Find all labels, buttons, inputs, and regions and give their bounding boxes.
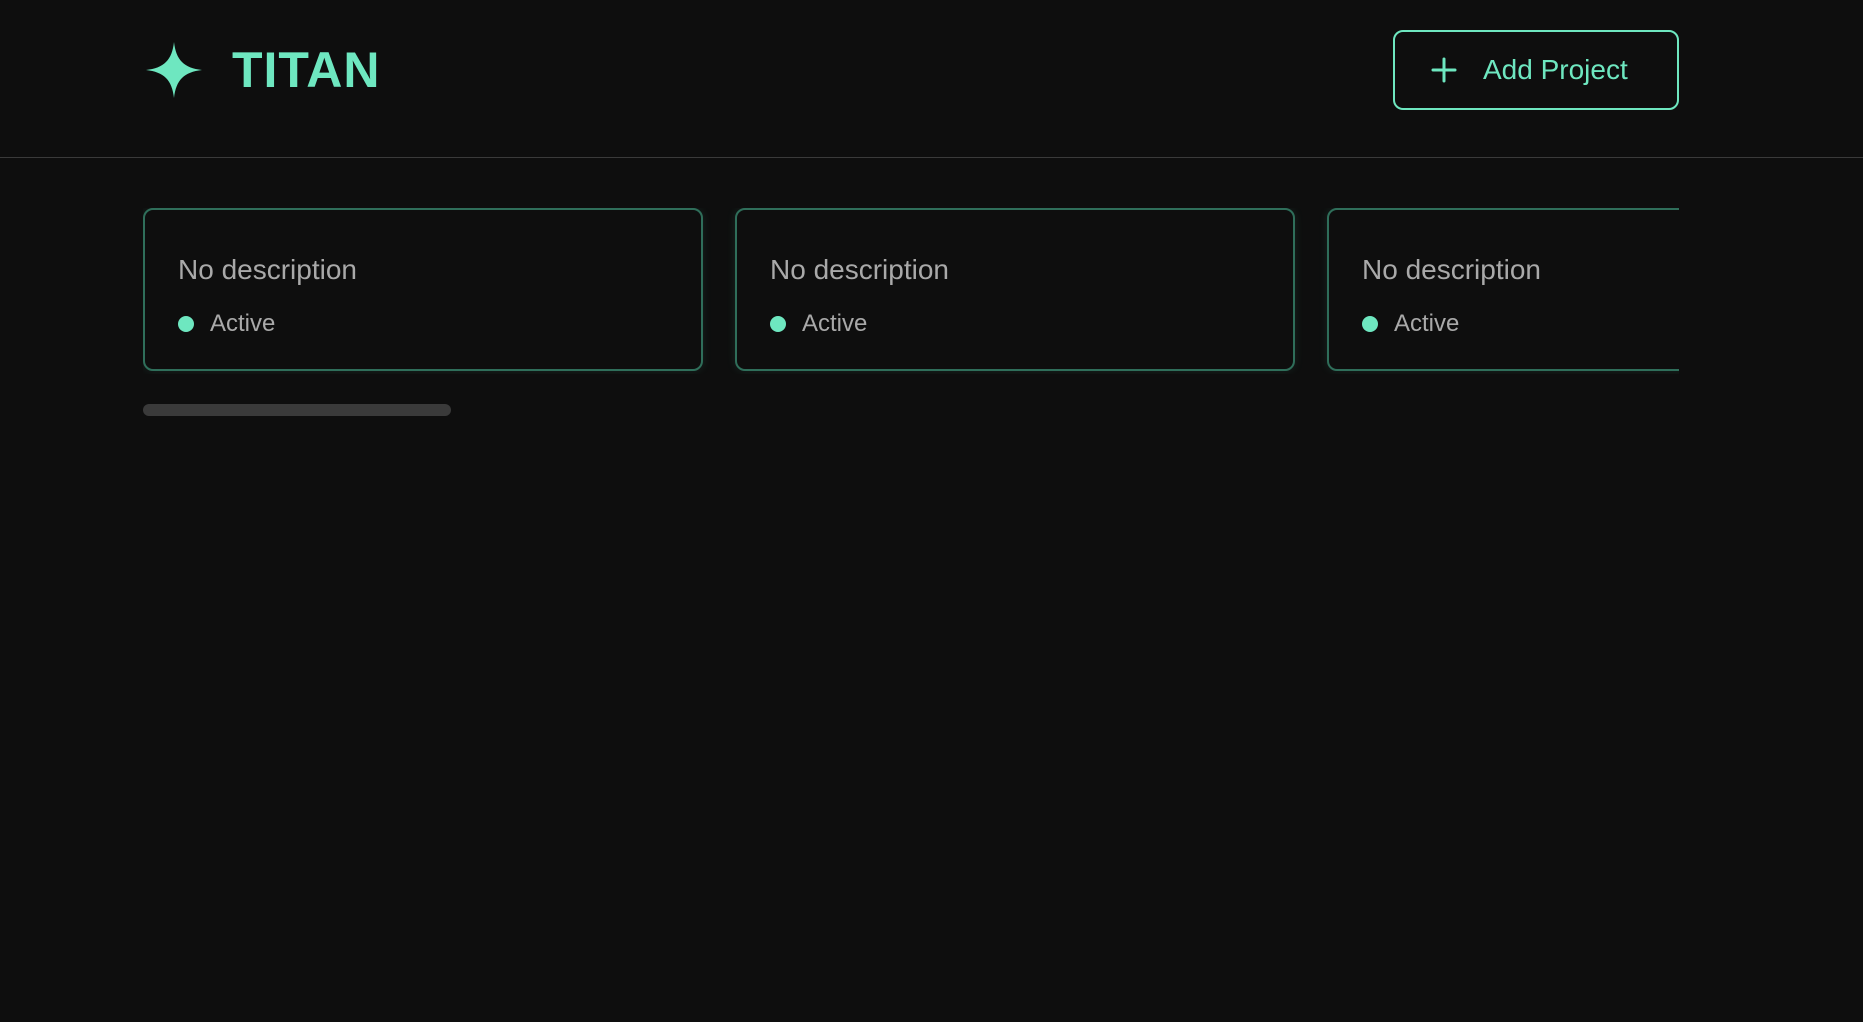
project-card[interactable]: No description Active (143, 208, 703, 371)
app-logo[interactable]: TITAN (146, 42, 380, 98)
project-status: Active (178, 310, 275, 338)
project-status: Active (1362, 310, 1459, 338)
sparkle-icon (146, 42, 202, 98)
project-card[interactable]: No description Active (735, 208, 1295, 371)
project-list: No description Active No description Act… (143, 208, 1679, 374)
project-description: No description (770, 254, 949, 285)
status-dot-icon (770, 316, 786, 332)
status-dot-icon (1362, 316, 1378, 332)
add-project-label: Add Project (1483, 54, 1628, 85)
app-header: TITAN Add Project (0, 0, 1863, 158)
status-dot-icon (178, 316, 194, 332)
project-description: No description (1362, 254, 1541, 285)
status-label: Active (1394, 310, 1460, 337)
add-project-button[interactable]: Add Project (1393, 30, 1679, 110)
app-title: TITAN (232, 42, 381, 98)
status-label: Active (802, 310, 868, 337)
project-card[interactable]: No description Active (1327, 208, 1679, 371)
horizontal-scrollbar[interactable] (143, 404, 451, 416)
project-track: No description Active No description Act… (143, 208, 1679, 371)
plus-icon (1431, 57, 1457, 83)
project-description: No description (178, 254, 357, 285)
project-status: Active (770, 310, 867, 338)
status-label: Active (210, 310, 276, 337)
